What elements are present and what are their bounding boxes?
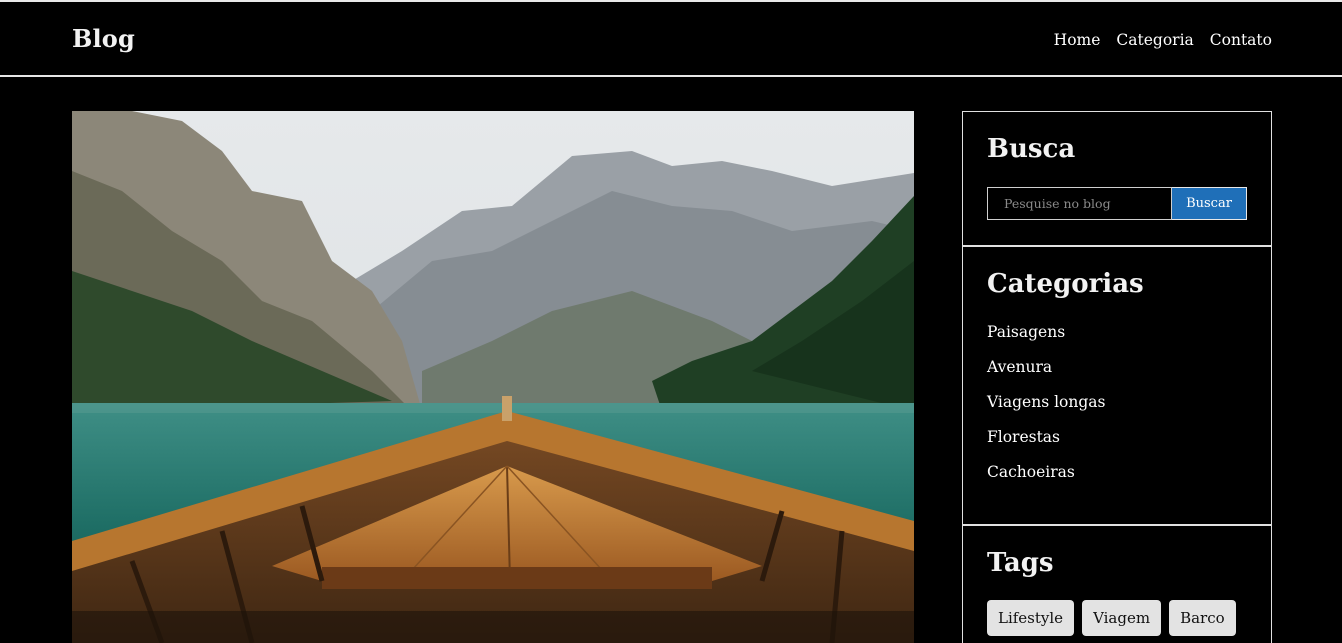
tags-title: Tags	[987, 548, 1054, 578]
tag-pill[interactable]: Barco	[1169, 600, 1236, 636]
main-nav: Home Categoria Contato	[1054, 31, 1272, 49]
sidebar: Busca Buscar Categorias Paisagens Avenur…	[962, 111, 1272, 643]
search-input[interactable]	[987, 187, 1172, 220]
tags-list: Lifestyle Viagem Barco	[987, 600, 1247, 636]
category-item[interactable]: Viagens longas	[987, 385, 1247, 420]
search-form: Buscar	[987, 187, 1247, 220]
tag-pill[interactable]: Viagem	[1082, 600, 1162, 636]
tags-widget: Tags Lifestyle Viagem Barco	[962, 526, 1272, 643]
categories-title: Categorias	[987, 269, 1144, 299]
categories-widget: Categorias Paisagens Avenura Viagens lon…	[962, 247, 1272, 526]
site-header: Blog Home Categoria Contato	[0, 2, 1342, 77]
search-button[interactable]: Buscar	[1172, 187, 1247, 220]
categories-list: Paisagens Avenura Viagens longas Florest…	[987, 315, 1247, 490]
search-title: Busca	[987, 134, 1076, 164]
boat-lake-photo	[72, 111, 914, 643]
category-item[interactable]: Avenura	[987, 350, 1247, 385]
category-item[interactable]: Florestas	[987, 420, 1247, 455]
category-item[interactable]: Cachoeiras	[987, 455, 1247, 490]
nav-categoria[interactable]: Categoria	[1116, 31, 1193, 49]
brand-logo[interactable]: Blog	[72, 24, 135, 53]
nav-contato[interactable]: Contato	[1210, 31, 1272, 49]
category-item[interactable]: Paisagens	[987, 315, 1247, 350]
hero-image[interactable]	[72, 111, 914, 643]
nav-home[interactable]: Home	[1054, 31, 1101, 49]
tag-pill[interactable]: Lifestyle	[987, 600, 1075, 636]
search-widget: Busca Buscar	[962, 111, 1272, 247]
